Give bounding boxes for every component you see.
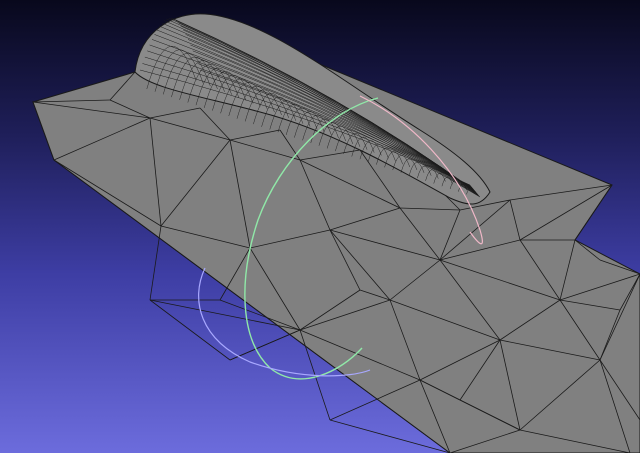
3d-viewport[interactable]	[0, 0, 640, 453]
mesh-edge	[149, 225, 162, 301]
mesh-scene[interactable]	[0, 0, 640, 453]
mesh-edge	[229, 329, 301, 361]
mesh-edge	[149, 299, 231, 361]
